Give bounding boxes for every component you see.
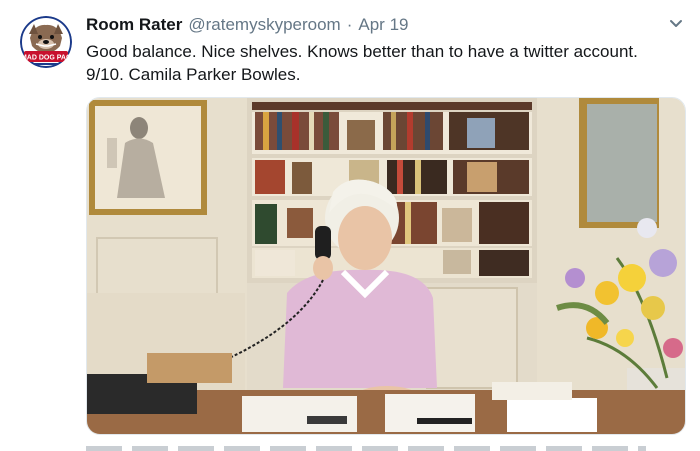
user-handle[interactable]: @ratemyskyperoom — [188, 15, 340, 35]
tweet-menu-button[interactable] — [666, 14, 686, 34]
separator-dot: · — [346, 15, 353, 34]
tweet-photo[interactable] — [86, 97, 686, 435]
tweet-text: Good balance. Nice shelves. Knows better… — [86, 40, 686, 86]
profile-avatar[interactable]: MAD DOG PAC — [20, 16, 72, 68]
chevron-down-icon — [670, 20, 682, 27]
photo-scene — [87, 98, 685, 434]
tweet-text-line-2: 9/10. Camila Parker Bowles. — [86, 65, 301, 84]
framed-portrait — [89, 100, 207, 215]
bookshelf — [252, 102, 532, 278]
avatar-banner-text: MAD DOG PAC — [21, 55, 71, 62]
dog-avatar-icon: MAD DOG PAC — [20, 16, 72, 68]
display-name[interactable]: Room Rater — [86, 15, 182, 35]
tweet-header: Room Rater @ratemyskyperoom · Apr 19 — [86, 15, 660, 39]
tweet-card[interactable]: MAD DOG PAC Room Rater @ratemyskyperoom … — [0, 0, 700, 451]
next-tweet-preview — [86, 446, 646, 451]
tweet-date[interactable]: Apr 19 — [358, 15, 408, 35]
tweet-text-line-1: Good balance. Nice shelves. Knows better… — [86, 42, 638, 61]
